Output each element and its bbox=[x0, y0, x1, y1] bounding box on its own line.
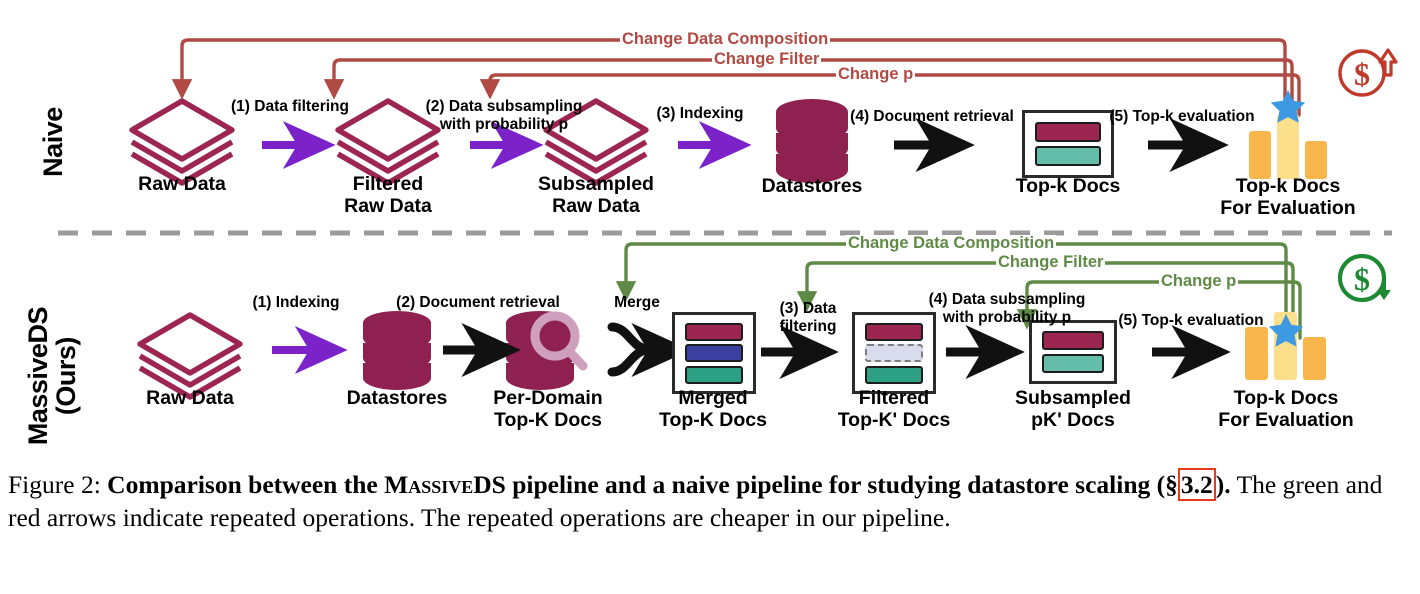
step-label-2: (2) Data subsampling with probability p bbox=[425, 98, 583, 134]
loop-label-change-p: Change p bbox=[1159, 272, 1239, 290]
money-up-icon: $ bbox=[1338, 48, 1398, 97]
svg-text:$: $ bbox=[1354, 56, 1370, 92]
caption-bold-part-3: ). bbox=[1215, 470, 1231, 499]
stage-label-filtered-raw-data: Filtered Raw Data bbox=[344, 173, 432, 217]
stage-label-subsampled-pk-docs: Subsampled pK' Docs bbox=[1015, 387, 1131, 431]
doc-bar-green bbox=[684, 365, 744, 384]
stage-label-raw-data: Raw Data bbox=[146, 387, 234, 409]
star-icon bbox=[1270, 90, 1306, 123]
step-label-merge: Merge bbox=[614, 294, 660, 311]
stage-label-merged-topk-docs: Merged Top-K Docs bbox=[659, 387, 767, 431]
step-label-1: (1) Data filtering bbox=[231, 98, 349, 115]
figure-2: $ $ Naive MassiveDS (Ours) Change Data C… bbox=[0, 0, 1420, 594]
step-label-4: (4) Data subsampling with probability p bbox=[928, 291, 1086, 327]
stacked-diamonds-icon bbox=[137, 312, 243, 400]
svg-text:$: $ bbox=[1354, 261, 1370, 297]
stage-label-topk-docs-for-evaluation: Top-k Docs For Evaluation bbox=[1218, 387, 1354, 431]
loop-label-change-data-composition: Change Data Composition bbox=[620, 30, 831, 48]
money-down-icon: $ bbox=[1338, 254, 1391, 302]
loop-label-change-data-composition: Change Data Composition bbox=[846, 234, 1057, 252]
doc-bar-indigo bbox=[684, 344, 744, 362]
step-label-5: (5) Top-k evaluation bbox=[1109, 108, 1255, 125]
doc-bar-filtered-out bbox=[864, 344, 924, 362]
bar-chart-star-icon bbox=[1249, 90, 1327, 179]
caption-massiveds: MassiveDS bbox=[384, 470, 506, 499]
step-label-4: (4) Document retrieval bbox=[850, 108, 1014, 125]
doc-bar-green bbox=[864, 365, 924, 384]
row-label-massiveds: MassiveDS (Ours) bbox=[22, 307, 81, 446]
caption-section-reference[interactable]: 3.2 bbox=[1177, 468, 1216, 501]
step-label-5: (5) Top-k evaluation bbox=[1118, 312, 1264, 329]
stage-label-topk-docs-for-evaluation: Top-k Docs For Evaluation bbox=[1220, 175, 1356, 219]
doc-bar-maroon bbox=[1042, 331, 1104, 350]
step-label-1: (1) Indexing bbox=[252, 294, 340, 311]
step-label-2: (2) Document retrieval bbox=[396, 294, 560, 311]
doc-bar-maroon bbox=[1035, 121, 1101, 142]
merge-arrow-icon bbox=[607, 322, 691, 377]
stage-label-datastores: Datastores bbox=[346, 387, 448, 409]
caption-bold-part-1: Comparison between the bbox=[107, 470, 385, 499]
loop-label-change-p: Change p bbox=[836, 65, 916, 83]
step-label-3: (3) Indexing bbox=[656, 105, 744, 122]
step-label-3: (3) Data filtering bbox=[779, 300, 837, 336]
doc-bar-teal bbox=[1042, 354, 1104, 373]
doc-bar-teal bbox=[1035, 146, 1101, 167]
stage-label-subsampled-raw-data: Subsampled Raw Data bbox=[538, 173, 654, 217]
doc-bar-maroon bbox=[684, 322, 744, 341]
row-label-naive: Naive bbox=[37, 107, 68, 177]
loop-label-change-filter: Change Filter bbox=[712, 50, 822, 68]
stage-label-topk-docs: Top-k Docs bbox=[1015, 175, 1121, 197]
magnifier-icon bbox=[530, 311, 588, 371]
caption-figure-number: Figure 2: bbox=[8, 470, 101, 499]
stage-label-datastores: Datastores bbox=[761, 175, 863, 197]
figure-caption: Figure 2: Comparison between the Massive… bbox=[8, 468, 1412, 534]
loop-label-change-filter: Change Filter bbox=[996, 253, 1106, 271]
database-icon bbox=[363, 311, 431, 390]
stage-label-raw-data: Raw Data bbox=[138, 173, 226, 195]
caption-bold-part-2: pipeline and a naive pipeline for studyi… bbox=[505, 470, 1178, 499]
stage-label-per-domain-topk-docs: Per-Domain Top-K Docs bbox=[493, 387, 603, 431]
stage-label-filtered-topk-docs: Filtered Top-K' Docs bbox=[837, 387, 951, 431]
database-search-icon bbox=[506, 311, 588, 390]
doc-list-icon bbox=[672, 312, 756, 394]
